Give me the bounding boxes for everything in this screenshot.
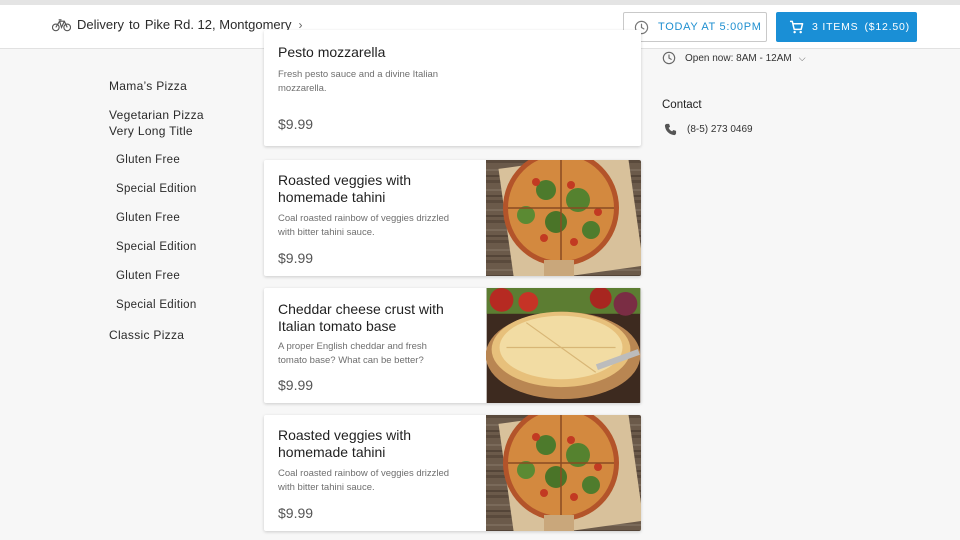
pizza-photo xyxy=(486,415,641,531)
menu-item-card[interactable]: Roasted veggies with homemade tahini Coa… xyxy=(264,415,641,531)
pizza-photo xyxy=(486,160,641,276)
delivery-label: Delivery xyxy=(77,17,124,32)
cart-button[interactable]: 3 ITEMS ($12.50) xyxy=(776,12,917,42)
menu-item-card[interactable]: Cheddar cheese crust with Italian tomato… xyxy=(264,288,641,403)
menu-item-price: $9.99 xyxy=(278,116,314,132)
menu-item-description-line: mozzarella. xyxy=(278,83,327,94)
sidebar-item-vegetarian-pizza-title-line2[interactable]: Very Long Title xyxy=(109,123,193,139)
menu-item-title-line: Cheddar cheese crust with xyxy=(278,301,444,317)
chevron-down-icon: ⌵ xyxy=(798,52,806,63)
menu-item-description-line: Fresh pesto sauce and a divine Italian xyxy=(278,69,439,80)
sidebar-item-special-edition[interactable]: Special Edition xyxy=(116,239,197,255)
menu-item-card[interactable]: Pesto mozzarella Fresh pesto sauce and a… xyxy=(264,30,641,146)
phone-icon xyxy=(664,123,677,136)
phone-link[interactable]: (8-5) 273 0469 xyxy=(664,123,753,136)
menu-item-title-line: Roasted veggies with xyxy=(278,427,412,443)
pizza-photo xyxy=(486,288,641,403)
contact-heading: Contact xyxy=(662,99,702,111)
menu-item-price: $9.99 xyxy=(278,377,314,393)
sidebar-item-mamas-pizza[interactable]: Mama’s Pizza xyxy=(109,78,187,94)
menu-item-price: $9.99 xyxy=(278,505,314,521)
menu-item-price: $9.99 xyxy=(278,250,314,266)
sidebar-item-gluten-free[interactable]: Gluten Free xyxy=(116,210,180,226)
delivery-time-label: TODAY AT 5:00PM xyxy=(658,21,762,33)
sidebar-item-vegetarian-pizza[interactable]: Vegetarian Pizza xyxy=(109,107,204,123)
to-label: to xyxy=(128,17,140,32)
cart-total: ($12.50) xyxy=(864,21,910,33)
menu-item-description-line: Coal roasted rainbow of veggies drizzled xyxy=(278,213,450,224)
menu-item-description-line: Coal roasted rainbow of veggies drizzled xyxy=(278,468,450,479)
menu-item-title-line: Italian tomato base xyxy=(278,318,397,334)
sidebar-item-gluten-free[interactable]: Gluten Free xyxy=(116,268,180,284)
bicycle-icon xyxy=(52,18,71,31)
clock-icon xyxy=(662,51,676,65)
menu-item-card[interactable]: Roasted veggies with homemade tahini Coa… xyxy=(264,160,641,276)
shopping-cart-icon xyxy=(789,20,804,34)
menu-item-description-line: tomato base? What can be better? xyxy=(278,355,424,366)
menu-item-title-line: homemade tahini xyxy=(278,444,386,460)
opening-hours-text: Open now: 8AM - 12AM xyxy=(685,52,792,64)
menu-item-description-line: A proper English cheddar and fresh xyxy=(278,341,427,352)
menu-item-description-line: with bitter tahini sauce. xyxy=(278,227,375,238)
sidebar-item-gluten-free[interactable]: Gluten Free xyxy=(116,152,180,168)
menu-item-title: Pesto mozzarella xyxy=(278,44,386,60)
sidebar-item-special-edition[interactable]: Special Edition xyxy=(116,297,197,313)
menu-item-title-line: homemade tahini xyxy=(278,189,386,205)
sidebar-item-special-edition[interactable]: Special Edition xyxy=(116,181,197,197)
delivery-time-button[interactable]: TODAY AT 5:00PM xyxy=(623,12,767,42)
menu-item-description-line: with bitter tahini sauce. xyxy=(278,482,375,493)
menu-item-title-line: Roasted veggies with xyxy=(278,172,412,188)
opening-hours-toggle[interactable]: Open now: 8AM - 12AM ⌵ xyxy=(662,51,806,65)
cart-item-count: 3 ITEMS xyxy=(812,21,859,33)
phone-number: (8-5) 273 0469 xyxy=(687,124,753,135)
sidebar-item-classic-pizza[interactable]: Classic Pizza xyxy=(109,327,184,343)
